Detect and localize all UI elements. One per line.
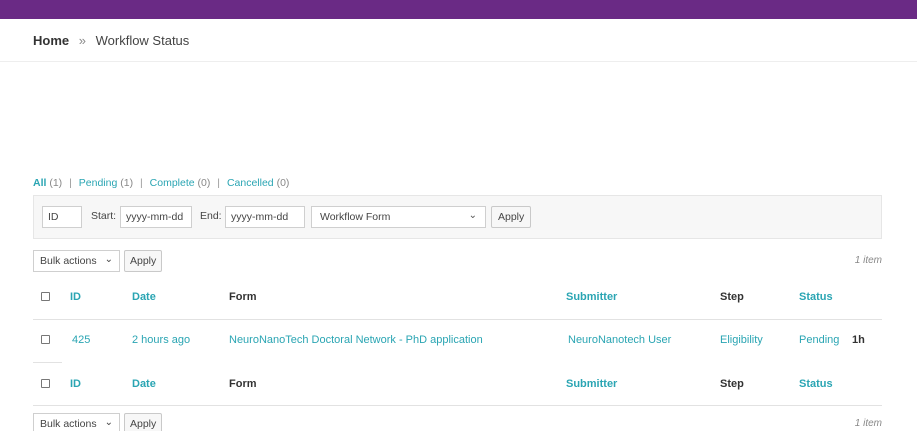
- entry-submitter-link[interactable]: NeuroNanotech User: [568, 334, 671, 346]
- column-step-footer: Step: [720, 378, 744, 390]
- filter-cancelled-count: (0): [276, 177, 290, 189]
- row-divider: [33, 319, 882, 320]
- entry-status-link[interactable]: Pending: [799, 334, 839, 346]
- bulk-actions-select-top[interactable]: Bulk actions ⌄: [33, 250, 120, 272]
- filter-cancelled[interactable]: Cancelled: [227, 177, 274, 189]
- workflow-form-select-value: Workflow Form: [320, 211, 391, 223]
- items-count-bottom: 1 item: [854, 418, 882, 429]
- chevron-down-icon: ⌄: [104, 417, 113, 428]
- end-label: End:: [200, 210, 222, 222]
- column-id[interactable]: ID: [70, 291, 81, 303]
- workflow-form-select[interactable]: Workflow Form ⌄: [311, 206, 486, 228]
- start-label: Start:: [91, 210, 117, 222]
- row-divider: [33, 405, 882, 406]
- column-submitter[interactable]: Submitter: [566, 291, 617, 303]
- table-row: 425 2 hours ago NeuroNanoTech Doctoral N…: [33, 321, 882, 361]
- column-date-footer[interactable]: Date: [132, 378, 156, 390]
- bulk-actions-label: Bulk actions: [40, 255, 97, 267]
- entry-date-link[interactable]: 2 hours ago: [132, 334, 190, 346]
- column-status-footer[interactable]: Status: [799, 378, 833, 390]
- start-date-input[interactable]: yyyy-mm-dd: [120, 206, 192, 228]
- filter-complete[interactable]: Complete: [150, 177, 195, 189]
- row-checkbox[interactable]: [41, 335, 50, 344]
- end-date-input[interactable]: yyyy-mm-dd: [225, 206, 305, 228]
- select-all-checkbox[interactable]: [41, 292, 50, 301]
- entry-step-link[interactable]: Eligibility: [720, 334, 763, 346]
- table-header-row: ID Date Form Submitter Step Status: [33, 278, 882, 318]
- filter-pending-count: (1): [120, 177, 134, 189]
- row-divider: [33, 362, 62, 363]
- id-input[interactable]: ID: [42, 206, 82, 228]
- column-form: Form: [229, 291, 257, 303]
- filter-pending[interactable]: Pending: [79, 177, 118, 189]
- search-apply-button[interactable]: Apply: [491, 206, 532, 228]
- entry-duration: 1h: [852, 334, 865, 346]
- breadcrumb-current: Workflow Status: [95, 33, 190, 48]
- column-status[interactable]: Status: [799, 291, 833, 303]
- column-id-footer[interactable]: ID: [70, 378, 81, 390]
- column-date[interactable]: Date: [132, 291, 156, 303]
- table-footer-row: ID Date Form Submitter Step Status: [33, 365, 882, 405]
- bulk-apply-button-bottom[interactable]: Apply: [124, 413, 163, 431]
- column-submitter-footer[interactable]: Submitter: [566, 378, 617, 390]
- search-filter-box: ID Start: yyyy-mm-dd End: yyyy-mm-dd Wor…: [33, 195, 882, 239]
- breadcrumb-separator: »: [78, 33, 86, 48]
- bulk-apply-button-top[interactable]: Apply: [124, 250, 163, 272]
- breadcrumb: Home » Workflow Status: [33, 33, 189, 48]
- entry-form-link[interactable]: NeuroNanoTech Doctoral Network - PhD app…: [229, 334, 483, 346]
- status-filter-links: All (1) | Pending (1) | Complete (0) | C…: [33, 177, 290, 189]
- bulk-actions-label: Bulk actions: [40, 418, 97, 430]
- column-form-footer: Form: [229, 378, 257, 390]
- filter-complete-count: (0): [197, 177, 211, 189]
- header-divider: [0, 61, 917, 62]
- bulk-actions-select-bottom[interactable]: Bulk actions ⌄: [33, 413, 120, 431]
- chevron-down-icon: ⌄: [468, 210, 477, 221]
- filter-all[interactable]: All: [33, 177, 46, 189]
- chevron-down-icon: ⌄: [104, 254, 113, 265]
- top-color-bar: [0, 0, 917, 19]
- select-all-checkbox-footer[interactable]: [41, 379, 50, 388]
- filter-all-count: (1): [49, 177, 63, 189]
- items-count-top: 1 item: [854, 255, 882, 266]
- breadcrumb-home[interactable]: Home: [33, 33, 69, 48]
- column-step: Step: [720, 291, 744, 303]
- entry-id-link[interactable]: 425: [72, 334, 90, 346]
